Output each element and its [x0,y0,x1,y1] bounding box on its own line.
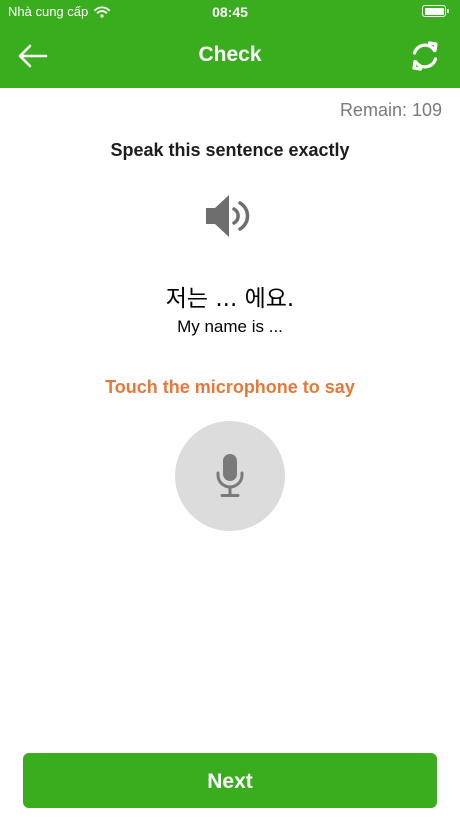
nav-bar: Check [0,24,460,88]
battery-nub [447,9,449,13]
speaker-button[interactable] [204,189,258,243]
remain-counter: Remain: 109 [339,100,442,120]
refresh-button[interactable] [410,39,440,73]
korean-sentence: 저는 ... 에요. [165,286,295,312]
refresh-icon [412,41,438,71]
next-button[interactable]: Next [23,753,437,808]
page-title: Check [198,43,262,66]
microphone-icon [216,454,244,497]
instruction-text: Speak this sentence exactly [110,140,350,160]
status-bar: Nhà cung cấp 08:45 [0,0,460,24]
battery-icon [422,5,449,17]
battery-fill [424,7,444,15]
microphone-button[interactable] [175,421,285,531]
status-time: 08:45 [212,4,248,20]
speaker-icon [206,195,250,237]
translation-text: My name is ... [177,317,283,336]
microphone-hint: Touch the microphone to say [105,377,355,397]
